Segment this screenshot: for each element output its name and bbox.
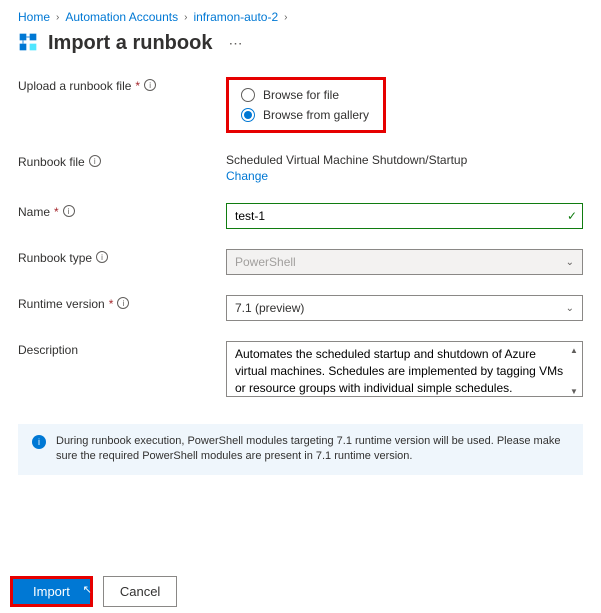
chevron-down-icon: ⌄ <box>566 303 574 314</box>
breadcrumb-home[interactable]: Home <box>18 10 50 24</box>
radio-label: Browse from gallery <box>263 108 369 122</box>
runbook-icon <box>18 32 38 55</box>
info-callout: i During runbook execution, PowerShell m… <box>18 424 583 475</box>
title-row: Import a runbook ⋯ <box>18 32 583 55</box>
chevron-right-icon: › <box>284 12 287 23</box>
callout-text: During runbook execution, PowerShell mod… <box>56 434 569 465</box>
footer: Import ↖ Cancel <box>0 570 601 613</box>
import-button[interactable]: Import ↖ <box>13 579 90 604</box>
info-icon[interactable]: i <box>117 297 129 309</box>
info-icon[interactable]: i <box>96 251 108 263</box>
page-title: Import a runbook <box>48 32 212 55</box>
chevron-right-icon: › <box>184 12 187 23</box>
description-textarea[interactable]: Automates the scheduled startup and shut… <box>226 341 583 397</box>
runbook-type-label: Runbook type i <box>18 249 226 275</box>
breadcrumb-automation[interactable]: Automation Accounts <box>65 10 178 24</box>
chevron-down-icon: ⌄ <box>566 257 574 268</box>
name-input[interactable] <box>226 203 583 229</box>
more-menu[interactable]: ⋯ <box>222 35 248 52</box>
breadcrumb: Home › Automation Accounts › inframon-au… <box>18 10 583 24</box>
runtime-label: Runtime version* i <box>18 295 226 321</box>
chevron-right-icon: › <box>56 12 59 23</box>
runbook-file-value: Scheduled Virtual Machine Shutdown/Start… <box>226 153 583 167</box>
radio-label: Browse for file <box>263 88 339 102</box>
runtime-select[interactable]: 7.1 (preview) ⌄ <box>226 295 583 321</box>
scroll-down-icon[interactable]: ▼ <box>568 385 580 397</box>
description-label: Description <box>18 341 226 400</box>
info-icon[interactable]: i <box>144 79 156 91</box>
radio-icon <box>241 108 255 122</box>
breadcrumb-account[interactable]: inframon-auto-2 <box>193 10 278 24</box>
cancel-button[interactable]: Cancel <box>103 576 177 607</box>
info-icon[interactable]: i <box>63 205 75 217</box>
checkmark-icon: ✓ <box>567 209 577 223</box>
scroll-up-icon[interactable]: ▲ <box>568 344 580 356</box>
runbook-type-select: PowerShell ⌄ <box>226 249 583 275</box>
upload-radio-group: Browse for file Browse from gallery <box>226 77 386 133</box>
info-icon[interactable]: i <box>89 155 101 167</box>
runbook-file-label: Runbook file i <box>18 153 226 183</box>
radio-browse-file[interactable]: Browse for file <box>241 88 371 102</box>
change-link[interactable]: Change <box>226 169 583 183</box>
upload-label: Upload a runbook file* i <box>18 77 226 133</box>
name-label: Name* i <box>18 203 226 229</box>
radio-icon <box>241 88 255 102</box>
cursor-icon: ↖ <box>83 583 92 596</box>
radio-browse-gallery[interactable]: Browse from gallery <box>241 108 371 122</box>
info-icon: i <box>32 435 46 449</box>
